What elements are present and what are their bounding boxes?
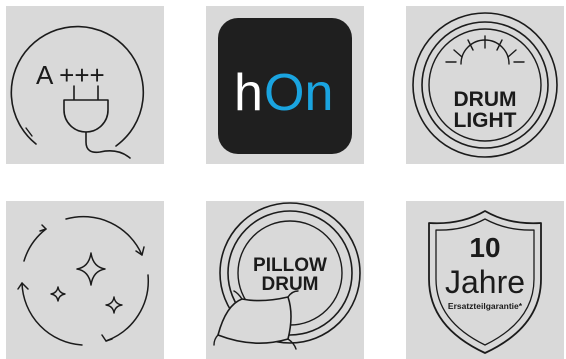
drum-light-line2: LIGHT xyxy=(454,109,517,132)
shield-icon: 10 Jahre Ersatzteilgarantie* xyxy=(428,210,542,354)
pillow-drum-line1: PILLOW xyxy=(253,255,327,276)
pillow-drum-icon: PILLOW DRUM xyxy=(213,202,361,350)
drum-light-icon: DRUM LIGHT xyxy=(412,12,558,158)
hon-app-tile: h On xyxy=(206,6,364,164)
hon-logo-h: h xyxy=(234,64,263,122)
energy-label: A +++ xyxy=(36,60,105,90)
pillow-drum-tile: PILLOW DRUM xyxy=(206,201,364,359)
sparkle-cycle-icon xyxy=(17,215,150,346)
pillow-drum-line2: DRUM xyxy=(262,274,319,295)
plug-icon: A +++ xyxy=(10,25,145,159)
drum-light-tile: DRUM LIGHT xyxy=(406,6,564,164)
drum-light-line1: DRUM xyxy=(454,88,517,111)
hon-logo-on: On xyxy=(264,64,333,122)
warranty-word: Jahre xyxy=(445,264,525,300)
steam-care-tile xyxy=(6,201,164,359)
warranty-number: 10 xyxy=(469,232,500,263)
warranty-caption: Ersatzteilgarantie* xyxy=(448,301,523,311)
energy-class-tile: A +++ xyxy=(6,6,164,164)
warranty-tile: 10 Jahre Ersatzteilgarantie* xyxy=(406,201,564,359)
hon-logo-icon: h On xyxy=(218,18,352,154)
